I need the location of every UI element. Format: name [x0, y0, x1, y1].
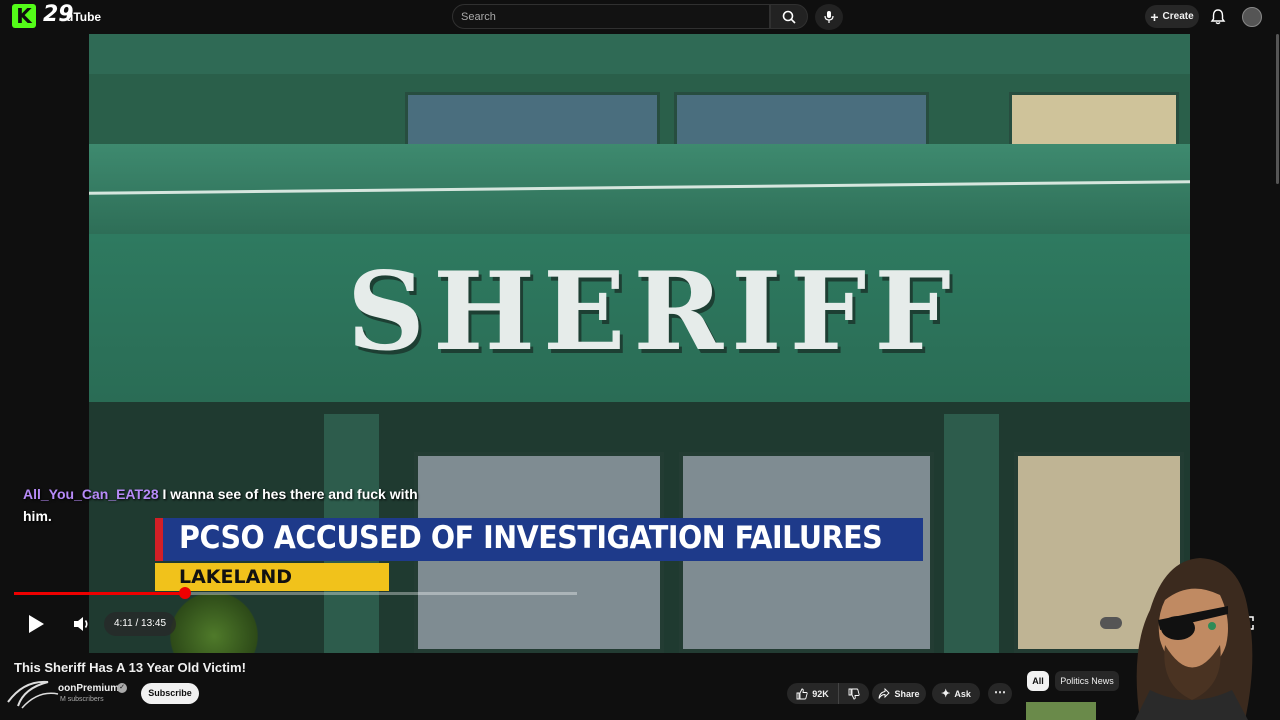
microphone-icon	[824, 11, 834, 23]
channel-name[interactable]: oonPremium	[58, 683, 119, 694]
page: K 29 uTube + Create SHERIFF	[0, 0, 1280, 720]
like-dislike-group: 92K	[787, 683, 869, 704]
autoplay-toggle[interactable]	[1100, 617, 1122, 629]
progress-bar[interactable]	[14, 587, 577, 599]
subscriber-count: M subscribers	[60, 696, 104, 703]
building-pillar	[944, 414, 999, 653]
ask-label: Ask	[954, 688, 971, 699]
plant	[169, 594, 259, 653]
dislike-button[interactable]	[839, 683, 869, 704]
streamer-avatar	[1135, 558, 1253, 720]
sheriff-sign: SHERIFF	[347, 249, 959, 375]
like-count: 92K	[812, 688, 829, 699]
news-location: LAKELAND	[179, 566, 292, 588]
verified-badge-icon: ✓	[117, 683, 127, 693]
like-button[interactable]: 92K	[787, 683, 839, 704]
chat-overlay: All_You_Can_EAT28 I wanna see of hes the…	[23, 483, 423, 527]
subscribe-button[interactable]: Subscribe	[141, 683, 199, 704]
search-icon	[782, 10, 796, 24]
kick-logo: K	[12, 4, 36, 28]
volume-icon[interactable]	[72, 614, 92, 634]
progress-played	[14, 592, 186, 595]
share-label: Share	[894, 688, 920, 699]
play-button[interactable]	[24, 612, 48, 636]
play-icon	[29, 615, 44, 633]
page-scrollbar[interactable]	[1276, 34, 1279, 184]
building-upper-wall	[89, 34, 1190, 74]
create-button[interactable]: + Create	[1145, 5, 1199, 28]
channel-logo[interactable]	[4, 672, 64, 712]
account-avatar[interactable]	[1242, 7, 1262, 27]
search-button[interactable]	[770, 4, 808, 29]
chip-all[interactable]: All	[1027, 671, 1049, 691]
share-button[interactable]: Share	[872, 683, 926, 704]
share-icon	[879, 687, 891, 699]
thumbs-down-icon	[848, 688, 860, 699]
top-bar: K 29 uTube + Create	[0, 0, 1280, 34]
more-actions-button[interactable]: ⋯	[988, 683, 1012, 704]
recommended-video-thumbnail[interactable]	[1026, 702, 1096, 720]
voice-search-button[interactable]	[815, 4, 843, 30]
plus-icon: +	[1150, 8, 1159, 25]
create-label: Create	[1162, 11, 1194, 22]
chat-username: All_You_Can_EAT28	[23, 486, 159, 502]
thumbs-up-icon	[796, 688, 808, 699]
search-input[interactable]	[453, 5, 769, 28]
youtube-logo[interactable]: uTube	[66, 10, 101, 24]
sparkle-icon: ✦	[941, 688, 951, 700]
search-box	[452, 4, 770, 29]
left-edge-artifacts	[0, 34, 10, 654]
ask-button[interactable]: ✦ Ask	[932, 683, 980, 704]
notifications-bell-icon[interactable]	[1209, 8, 1227, 26]
news-location-banner: LAKELAND	[155, 563, 389, 591]
building-roof	[89, 144, 1190, 234]
time-display: 4:11 / 13:45	[104, 612, 176, 636]
chip-politics-news[interactable]: Politics News	[1055, 671, 1119, 691]
